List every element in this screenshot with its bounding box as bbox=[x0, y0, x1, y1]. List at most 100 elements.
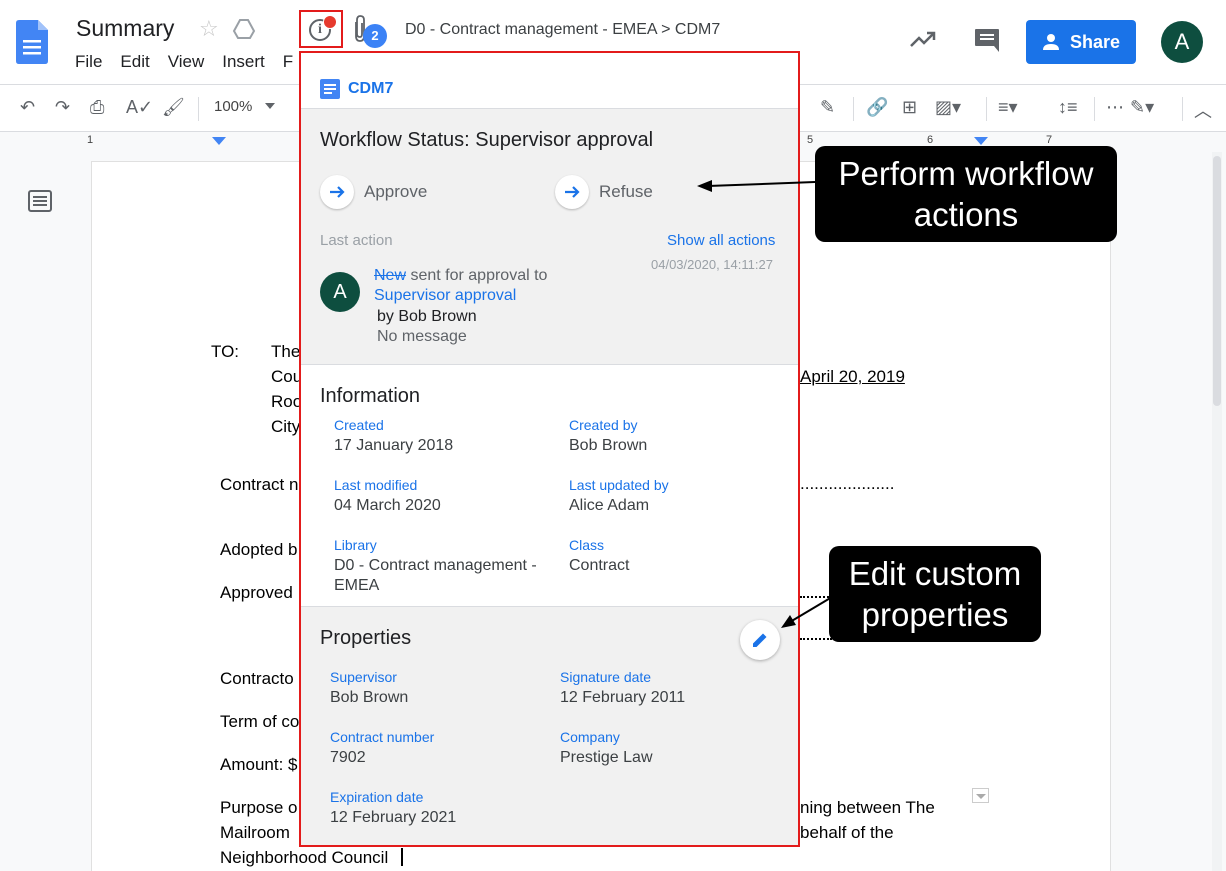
more-icon[interactable]: ⋯ bbox=[1106, 97, 1124, 118]
approve-action-button[interactable]: Approve bbox=[320, 175, 427, 209]
right-indent-marker-icon[interactable] bbox=[974, 137, 988, 145]
contract-number-label: Contract number bbox=[330, 729, 435, 745]
menu-insert[interactable]: Insert bbox=[222, 52, 265, 72]
add-comment-icon[interactable]: ⊞ bbox=[902, 97, 917, 118]
created-by-label: Created by bbox=[569, 417, 638, 433]
callout-line: Perform workflow bbox=[838, 155, 1094, 192]
scrollbar[interactable] bbox=[1212, 152, 1222, 871]
zoom-select[interactable]: 100% bbox=[214, 98, 252, 115]
zoom-caret-icon[interactable] bbox=[265, 103, 275, 109]
link-icon[interactable]: 🔗 bbox=[866, 97, 888, 118]
toolbar-divider bbox=[198, 97, 199, 121]
document-title[interactable]: Summary bbox=[76, 15, 174, 42]
doc-term: Term of co bbox=[220, 712, 300, 731]
workflow-status-title: Workflow Status: Supervisor approval bbox=[320, 129, 654, 151]
redo-icon[interactable]: ↷ bbox=[55, 97, 70, 118]
menu-view[interactable]: View bbox=[168, 52, 205, 72]
information-section: Information Created 17 January 2018 Crea… bbox=[301, 364, 798, 606]
left-indent-marker-icon[interactable] bbox=[212, 137, 226, 145]
document-info-panel: CDM7 Workflow Status: Supervisor approva… bbox=[299, 51, 800, 847]
company-value: Prestige Law bbox=[560, 749, 653, 766]
attachments-count-badge: 2 bbox=[363, 24, 387, 48]
doc-to-line: Cou bbox=[271, 367, 303, 386]
comment-icon[interactable] bbox=[973, 27, 1001, 53]
show-all-actions-link[interactable]: Show all actions bbox=[667, 232, 775, 249]
class-label: Class bbox=[569, 537, 605, 553]
doc-contract-line: Contract n bbox=[220, 475, 299, 494]
doc-dotted-rule bbox=[800, 638, 832, 640]
breadcrumb[interactable]: D0 - Contract management - EMEA > CDM7 bbox=[405, 21, 720, 39]
to-state-link[interactable]: Supervisor approval bbox=[374, 287, 516, 305]
company-label: Company bbox=[560, 729, 620, 745]
doc-approved: Approved bbox=[220, 583, 293, 602]
class-value: Contract bbox=[569, 557, 630, 574]
signature-date-label: Signature date bbox=[560, 669, 652, 685]
toolbar-divider bbox=[853, 97, 854, 121]
doc-dotted-rule bbox=[800, 596, 832, 598]
collapse-menu-icon[interactable]: ︿ bbox=[1194, 97, 1212, 123]
star-icon[interactable]: ☆ bbox=[199, 16, 219, 42]
library-label: Library bbox=[334, 537, 377, 553]
doc-adopted: Adopted b bbox=[220, 540, 298, 559]
person-add-icon bbox=[1042, 34, 1059, 50]
align-icon[interactable]: ≡▾ bbox=[998, 97, 1018, 118]
info-button[interactable]: i bbox=[299, 10, 343, 48]
scrollbar-thumb[interactable] bbox=[1213, 156, 1221, 406]
action-message: No message bbox=[377, 328, 467, 345]
refuse-label: Refuse bbox=[599, 182, 653, 201]
menu-edit[interactable]: Edit bbox=[120, 52, 149, 72]
undo-icon[interactable]: ↶ bbox=[20, 97, 35, 118]
arrow-right-icon bbox=[555, 175, 589, 209]
highlight-icon[interactable]: ✎ bbox=[820, 97, 835, 118]
approve-label: Approve bbox=[364, 182, 428, 201]
document-outline-icon[interactable] bbox=[28, 190, 52, 212]
refuse-action-button[interactable]: Refuse bbox=[555, 175, 653, 209]
line-spacing-icon[interactable]: ↕≡ bbox=[1058, 97, 1078, 118]
edit-properties-button[interactable] bbox=[740, 620, 780, 660]
spellcheck-icon[interactable]: A✓ bbox=[126, 97, 153, 118]
suggestion-dropdown-icon[interactable] bbox=[972, 788, 989, 803]
library-value: D0 - Contract management - EMEA bbox=[334, 557, 537, 594]
share-button[interactable]: Share bbox=[1026, 20, 1136, 64]
panel-document-name[interactable]: CDM7 bbox=[348, 80, 393, 98]
properties-section: Properties Supervisor Bob Brown Signatur… bbox=[301, 606, 798, 845]
activity-trend-icon[interactable] bbox=[908, 27, 938, 51]
doc-to-line: City bbox=[271, 417, 301, 436]
workflow-section: Workflow Status: Supervisor approval App… bbox=[301, 108, 798, 364]
ruler-mark: 5 bbox=[807, 134, 814, 146]
from-state-link[interactable]: New bbox=[374, 267, 406, 284]
supervisor-label: Supervisor bbox=[330, 669, 397, 685]
doc-to-line: The bbox=[271, 342, 301, 361]
doc-purpose: Purpose o bbox=[220, 798, 298, 817]
callout-line: Edit custom bbox=[848, 555, 1022, 592]
menu-file[interactable]: File bbox=[75, 52, 102, 72]
account-avatar[interactable]: A bbox=[1161, 21, 1203, 63]
action-author: by Bob Brown bbox=[377, 308, 477, 325]
doc-contractor: Contracto bbox=[220, 669, 294, 688]
created-by-value: Bob Brown bbox=[569, 437, 648, 454]
properties-title: Properties bbox=[320, 627, 412, 649]
menu-format[interactable]: F bbox=[283, 52, 293, 72]
doc-dotted-line: .................... bbox=[800, 474, 895, 493]
workflow-actions-callout: Perform workflow actions bbox=[815, 146, 1117, 242]
toolbar-divider bbox=[1182, 97, 1183, 121]
last-updated-by-value: Alice Adam bbox=[569, 497, 650, 514]
ruler-mark: 1 bbox=[87, 134, 94, 146]
insert-image-icon[interactable]: ▨▾ bbox=[935, 97, 961, 118]
last-action-timestamp: 04/03/2020, 14:11:27 bbox=[651, 257, 773, 272]
last-action-label: Last action bbox=[320, 232, 393, 249]
created-label: Created bbox=[334, 417, 384, 433]
paint-format-icon[interactable]: 🖌 bbox=[162, 97, 185, 118]
ruler-mark: 6 bbox=[927, 134, 934, 146]
move-to-drive-icon[interactable] bbox=[232, 17, 256, 41]
text-cursor bbox=[401, 848, 403, 866]
docs-logo-icon[interactable] bbox=[16, 20, 48, 64]
signature-date-value: 12 February 2011 bbox=[560, 689, 686, 706]
editing-mode-icon[interactable]: ✎▾ bbox=[1130, 97, 1154, 118]
actor-avatar: A bbox=[320, 272, 360, 312]
doc-purpose: Mailroom bbox=[220, 823, 290, 842]
print-icon[interactable]: ⎙ bbox=[90, 97, 104, 118]
edit-properties-callout: Edit custom properties bbox=[829, 546, 1041, 642]
doc-date: April 20, 2019 bbox=[800, 367, 905, 386]
arrow-right-icon bbox=[320, 175, 354, 209]
